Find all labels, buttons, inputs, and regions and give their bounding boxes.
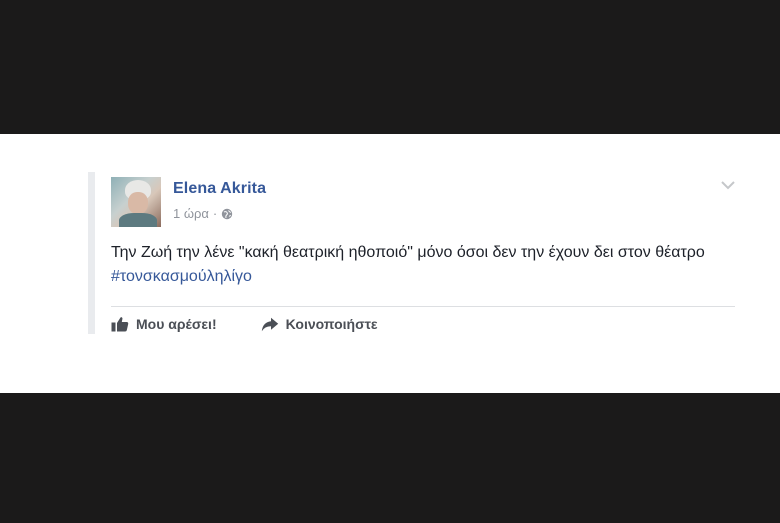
bottom-dark-band bbox=[0, 393, 780, 523]
post-text: Την Ζωή την λένε "κακή θεατρική ηθοποιό"… bbox=[111, 241, 731, 289]
avatar[interactable] bbox=[111, 177, 161, 227]
like-label: Μου αρέσει! bbox=[136, 316, 217, 332]
post-actions: Μου αρέσει! Κοινοποιήστε bbox=[111, 316, 378, 332]
quote-rule bbox=[88, 172, 95, 334]
meta-separator: · bbox=[212, 206, 218, 221]
post-body-text: Την Ζωή την λένε "κακή θεατρική ηθοποιό"… bbox=[111, 244, 705, 261]
facebook-post: Elena Akrita 1 ώρα · Την Ζωή την λένε "κ… bbox=[88, 172, 738, 372]
post-card: Elena Akrita 1 ώρα · Την Ζωή την λένε "κ… bbox=[0, 134, 780, 393]
top-dark-band bbox=[0, 0, 780, 134]
thumbs-up-icon bbox=[111, 317, 129, 332]
actions-divider bbox=[111, 306, 735, 307]
post-meta: 1 ώρα · bbox=[173, 206, 233, 221]
share-arrow-icon bbox=[261, 317, 278, 331]
globe-icon[interactable] bbox=[221, 208, 233, 220]
share-button[interactable]: Κοινοποιήστε bbox=[261, 316, 378, 332]
like-button[interactable]: Μου αρέσει! bbox=[111, 316, 217, 332]
chevron-down-icon[interactable] bbox=[720, 180, 736, 190]
share-label: Κοινοποιήστε bbox=[285, 316, 378, 332]
post-time[interactable]: 1 ώρα bbox=[173, 206, 209, 221]
author-name[interactable]: Elena Akrita bbox=[173, 180, 266, 198]
hashtag-link[interactable]: #τονσκασμούληλίγο bbox=[111, 268, 252, 285]
